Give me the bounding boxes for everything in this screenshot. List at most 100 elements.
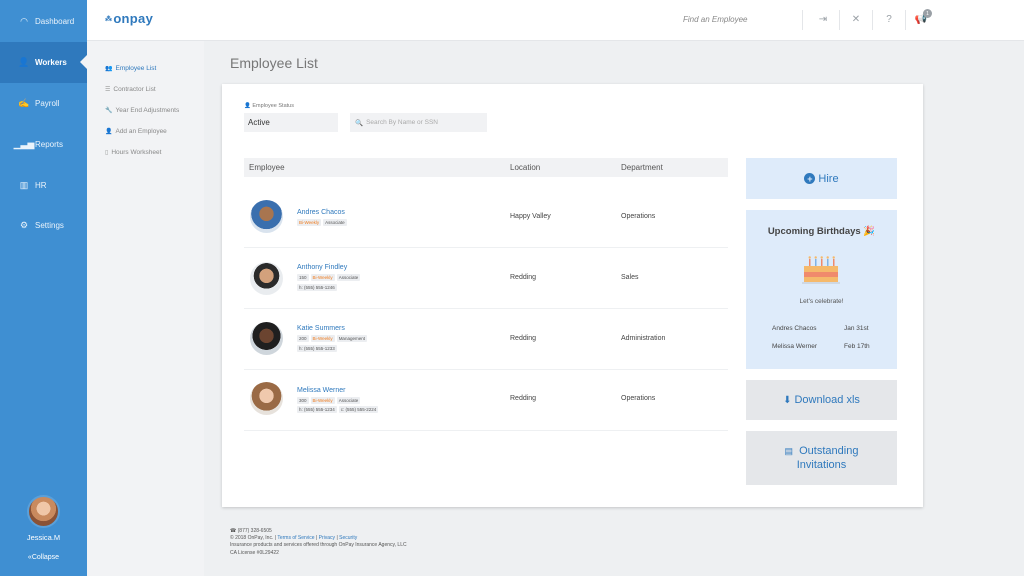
employee-location: Redding: [510, 274, 537, 281]
employee-phones: h: (555) 555-1246: [297, 284, 337, 291]
nav-item-workers[interactable]: 👤 Workers: [0, 42, 87, 83]
employee-department: Administration: [621, 335, 666, 342]
logo-text: onpay: [113, 11, 154, 26]
subnav-item-contractor-list[interactable]: ☰ Contractor List: [105, 86, 156, 93]
left-nav: ◠ Dashboard 👤 Workers ✍ Payroll ▁▃▅ Repo…: [0, 0, 87, 576]
calendar-icon: ▤: [784, 446, 794, 456]
footer-line2: © 2018 OnPay, Inc. | Terms of Service | …: [230, 535, 358, 542]
status-select[interactable]: Active: [244, 113, 338, 132]
plus-circle-icon: +: [804, 173, 816, 184]
terms-link[interactable]: Terms of Service: [277, 535, 314, 541]
status-label: 👤 Employee Status: [244, 103, 294, 109]
nav-label: Reports: [35, 140, 64, 149]
subnav-label: Year End Adjustments: [115, 107, 180, 114]
subnav-item-add-employee[interactable]: 👤 Add an Employee: [105, 128, 167, 135]
nav-label: Workers: [35, 58, 67, 67]
tag: Associate: [323, 219, 347, 226]
outstanding-invitations-button[interactable]: ▤ Outstanding Invitations: [746, 431, 897, 485]
nav-item-dashboard[interactable]: ◠ Dashboard: [0, 1, 87, 42]
download-xls-button[interactable]: ⬇ Download xls: [746, 380, 897, 420]
tag: Associate: [336, 397, 361, 404]
wrench-icon: 🔧: [105, 108, 113, 114]
help-icon[interactable]: ?: [881, 11, 897, 27]
download-label: Download xls: [794, 394, 860, 406]
user-plus-icon: 👤: [105, 129, 113, 135]
security-link[interactable]: Security: [339, 535, 357, 541]
employee-location: Redding: [510, 395, 537, 402]
employee-name[interactable]: Katie Summers: [297, 325, 345, 332]
invites-line1: Outstanding: [799, 445, 859, 457]
column-employee[interactable]: Employee: [249, 163, 285, 172]
chart-icon: ▁▃▅: [13, 139, 35, 149]
avatar: [250, 200, 283, 233]
footer-license: CA License #0L29422: [230, 549, 279, 556]
employee-phones: h: (555) 555-1234 c: (555) 555-2224: [297, 406, 379, 413]
divider: [839, 10, 840, 30]
nav-item-hr[interactable]: ▥ HR: [0, 165, 87, 206]
tag: Bi-Weekly: [310, 397, 335, 404]
employee-phones: h: (555) 555-1233: [297, 345, 337, 352]
user-icon: 👤: [244, 103, 251, 109]
status-label-text: Employee Status: [252, 103, 294, 109]
subnav-item-employee-list[interactable]: 👥 Employee List: [105, 65, 156, 72]
subnav-item-hours-worksheet[interactable]: ▯ Hours Worksheet: [105, 149, 161, 156]
employee-name[interactable]: Andres Chacos: [297, 209, 345, 216]
tag: Bi-Weekly: [310, 274, 335, 281]
table-header: Employee Location Department: [244, 158, 728, 177]
employee-tags: 200 Bi-Weekly Management: [297, 335, 367, 342]
expand-icon[interactable]: ✕: [848, 11, 864, 27]
employee-tags: 150 Bi-Weekly Associate: [297, 274, 361, 281]
find-employee-input[interactable]: Find an Employee: [683, 15, 747, 24]
notification-badge: 1: [923, 9, 932, 18]
birthday-name: Andres Chacos: [772, 325, 817, 332]
page-title: Employee List: [230, 55, 318, 71]
employee-name[interactable]: Melissa Werner: [297, 387, 346, 394]
footer-copyright: © 2018 OnPay, Inc. |: [230, 535, 277, 542]
sign-out-icon[interactable]: ⇥: [815, 11, 831, 27]
employee-tags: Bi-Weekly Associate: [297, 219, 347, 226]
column-department[interactable]: Department: [621, 163, 663, 172]
footer-insurance: Insurance products and services offered …: [230, 542, 407, 549]
employee-department: Operations: [621, 213, 656, 220]
users-icon: 👤: [18, 57, 30, 67]
onpay-logo[interactable]: ⁂ onpay: [105, 11, 153, 26]
employee-department: Operations: [621, 395, 656, 402]
hire-label: Hire: [818, 172, 839, 185]
top-bar: ⁂ onpay Find an Employee ⇥ ✕ ? 📢 1: [87, 0, 1024, 41]
hire-button[interactable]: + Hire: [746, 158, 897, 199]
table-row: Melissa Werner 300 Bi-Weekly Associate h…: [244, 371, 728, 431]
employee-location: Redding: [510, 335, 537, 342]
tag: Bi-Weekly: [310, 335, 335, 342]
tag: 200: [297, 335, 309, 342]
employee-department: Sales: [621, 274, 639, 281]
books-icon: ▥: [19, 180, 29, 190]
footer: ☎ (877) 328-6505 © 2018 OnPay, Inc. | Te…: [230, 528, 407, 557]
search-placeholder: Search By Name or SSN: [366, 119, 438, 126]
nav-item-payroll[interactable]: ✍ Payroll: [0, 83, 87, 124]
employee-tags: 300 Bi-Weekly Associate: [297, 397, 361, 404]
collapse-button[interactable]: «Collapse: [0, 554, 87, 561]
nav-item-reports[interactable]: ▁▃▅ Reports: [0, 124, 87, 165]
file-icon: ▯: [105, 150, 109, 156]
birthday-name: Melissa Werner: [772, 343, 818, 350]
column-location[interactable]: Location: [510, 163, 540, 172]
birthdays-widget: Upcoming Birthdays 🎉 Let's celebrate! An…: [746, 210, 897, 369]
privacy-link[interactable]: Privacy: [319, 535, 335, 541]
table-row: Anthony Findley 150 Bi-Weekly Associate …: [244, 249, 728, 309]
tag: Management: [336, 335, 367, 342]
employee-name[interactable]: Anthony Findley: [297, 264, 347, 271]
subnav-item-year-end[interactable]: 🔧 Year End Adjustments: [105, 107, 179, 114]
nav-item-settings[interactable]: ⚙ Settings: [0, 205, 87, 246]
search-input[interactable]: 🔍 Search By Name or SSN: [350, 113, 487, 132]
tag: Associate: [336, 274, 361, 281]
birthday-date: Jan 31st: [844, 325, 869, 332]
avatar[interactable]: [27, 495, 60, 528]
user-name: Jessica.M: [26, 533, 61, 542]
gear-icon: ⚙: [19, 220, 29, 230]
search-icon: 🔍: [355, 119, 364, 127]
subnav-label: Hours Worksheet: [111, 149, 162, 156]
nav-label: Settings: [35, 221, 64, 230]
avatar: [250, 322, 283, 355]
tag: Bi-Weekly: [297, 219, 322, 226]
list-icon: ☰: [105, 87, 111, 93]
